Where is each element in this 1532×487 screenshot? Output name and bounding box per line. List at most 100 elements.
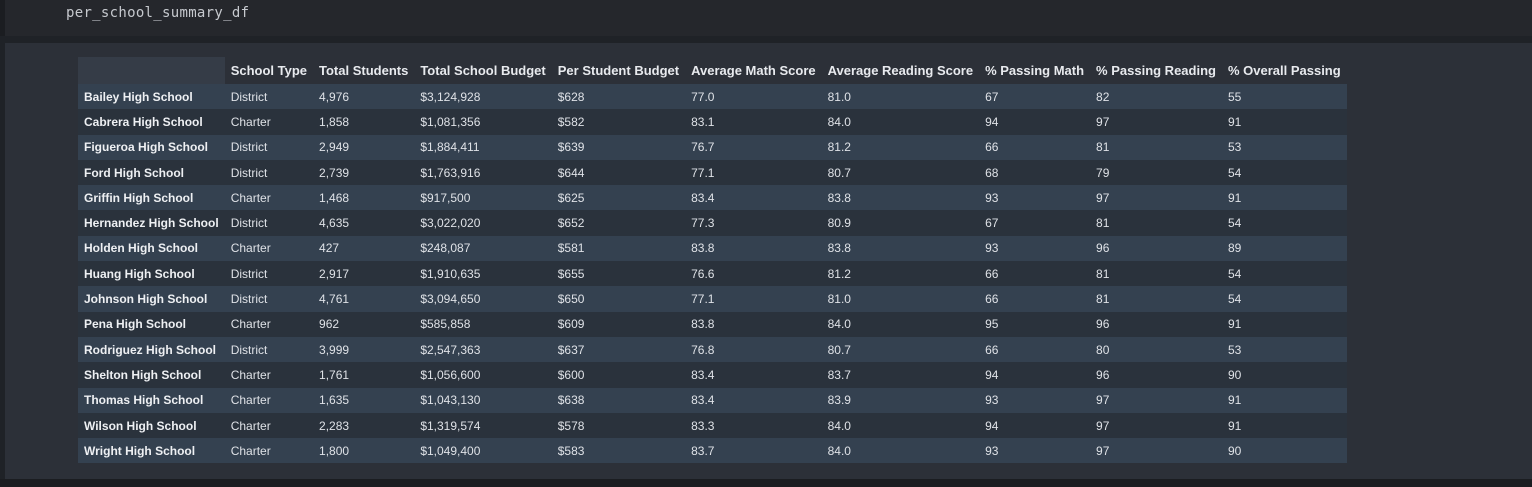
table-cell: 84.0 bbox=[827, 317, 851, 332]
row-index-label: Hernandez High School bbox=[84, 216, 219, 231]
table-cell: 91 bbox=[1227, 393, 1242, 408]
table-body: Bailey High School District 4,976 $3,124,92… bbox=[78, 84, 1347, 464]
table-cell: 91 bbox=[1227, 317, 1242, 332]
table-cell: 82 bbox=[1096, 89, 1110, 104]
table-cell: 81.0 bbox=[827, 292, 851, 307]
table-cell: 427 bbox=[319, 241, 340, 256]
table-row: Bailey High School District 4,976 $3,124,92… bbox=[78, 84, 1347, 110]
table-cell: 83.8 bbox=[691, 317, 715, 332]
table-cell: 80.7 bbox=[827, 165, 851, 180]
code-line[interactable]: per_school_summary_df bbox=[66, 5, 249, 21]
table-cell: 83.8 bbox=[827, 241, 851, 256]
table-cell: 83.1 bbox=[691, 114, 715, 129]
output-cell: School Type Total Students Total School Bu… bbox=[5, 43, 1532, 479]
table-cell: $1,763,916 bbox=[420, 165, 481, 180]
table-cell: 91 bbox=[1227, 190, 1242, 205]
column-header: Per Student Budget bbox=[557, 63, 680, 78]
table-cell: $1,319,574 bbox=[420, 418, 481, 433]
table-row: Ford High School District 2,739 $1,763,916 $… bbox=[78, 159, 1347, 186]
table-cell: 96 bbox=[1096, 317, 1110, 332]
table-cell: 2,739 bbox=[319, 165, 350, 180]
row-index-label: Figueroa High School bbox=[84, 140, 209, 155]
table-cell: 54 bbox=[1227, 292, 1242, 307]
column-header: % Passing Math bbox=[985, 63, 1085, 78]
table-cell: $582 bbox=[557, 114, 585, 129]
column-header: Average Reading Score bbox=[827, 63, 974, 78]
table-cell: 91 bbox=[1227, 114, 1242, 129]
table-cell: 90 bbox=[1227, 443, 1242, 458]
table-cell: 54 bbox=[1227, 266, 1242, 281]
table-cell: 94 bbox=[985, 114, 999, 129]
table-cell: 91 bbox=[1227, 418, 1242, 433]
table-cell: Charter bbox=[230, 367, 271, 382]
table-cell: 83.4 bbox=[691, 190, 715, 205]
table-cell: $583 bbox=[557, 443, 585, 458]
table-cell: 84.0 bbox=[827, 114, 851, 129]
table-cell: $644 bbox=[557, 165, 585, 180]
table-cell: District bbox=[230, 140, 268, 155]
table-row: Shelton High School Charter 1,761 $1,056,60… bbox=[78, 362, 1347, 388]
table-cell: 83.9 bbox=[827, 393, 851, 408]
table-cell: $1,910,635 bbox=[420, 266, 481, 281]
table-cell: 66 bbox=[985, 266, 999, 281]
table-cell: 2,283 bbox=[319, 418, 350, 433]
table-row: Holden High School Charter 427 $248,087 $581… bbox=[78, 235, 1347, 262]
table-cell: 66 bbox=[985, 292, 999, 307]
table-cell: 77.3 bbox=[691, 216, 715, 231]
table-row: Hernandez High School District 4,635 $3,022… bbox=[78, 210, 1347, 236]
code-input-cell[interactable]: per_school_summary_df bbox=[0, 0, 1532, 36]
table-cell: 93 bbox=[985, 190, 999, 205]
table-cell: $1,056,600 bbox=[420, 367, 481, 382]
table-cell: 97 bbox=[1096, 418, 1110, 433]
table-cell: 90 bbox=[1227, 367, 1242, 382]
table-cell: Charter bbox=[230, 241, 271, 256]
column-header: Total Students bbox=[319, 63, 409, 78]
table-cell: $248,087 bbox=[420, 241, 471, 256]
table-cell: 81.2 bbox=[827, 266, 851, 281]
table-cell: $2,547,363 bbox=[420, 342, 481, 357]
index-corner-cell bbox=[78, 57, 225, 84]
table-cell: 1,635 bbox=[319, 393, 350, 408]
table-cell: 54 bbox=[1227, 165, 1242, 180]
table-cell: District bbox=[230, 165, 268, 180]
table-cell: 95 bbox=[985, 317, 999, 332]
table-cell: 68 bbox=[985, 165, 999, 180]
table-cell: 97 bbox=[1096, 443, 1110, 458]
table-row: Rodriguez High School District 3,999 $2,547… bbox=[78, 336, 1347, 363]
row-index-label: Johnson High School bbox=[84, 292, 208, 307]
table-cell: 83.7 bbox=[691, 443, 715, 458]
table-cell: 54 bbox=[1227, 216, 1242, 231]
table-cell: 83.3 bbox=[691, 418, 715, 433]
table-cell: District bbox=[230, 216, 268, 231]
table-cell: $3,124,928 bbox=[420, 89, 481, 104]
table-cell: 83.8 bbox=[827, 190, 851, 205]
row-index-label: Shelton High School bbox=[84, 367, 202, 382]
table-cell: 84.0 bbox=[827, 443, 851, 458]
row-index-label: Bailey High School bbox=[84, 89, 193, 104]
table-header: School Type Total Students Total School Bu… bbox=[78, 57, 1347, 84]
table-cell: 81 bbox=[1096, 292, 1110, 307]
table-cell: $609 bbox=[557, 317, 585, 332]
table-cell: $1,049,400 bbox=[420, 443, 481, 458]
table-cell: 2,917 bbox=[319, 266, 350, 281]
table-cell: District bbox=[230, 292, 268, 307]
table-cell: $585,858 bbox=[420, 317, 471, 332]
table-cell: 1,468 bbox=[319, 190, 350, 205]
notebook-page: per_school_summary_df School Type Total S… bbox=[0, 0, 1532, 487]
table-cell: $639 bbox=[557, 140, 585, 155]
table-cell: 77.0 bbox=[691, 89, 715, 104]
table-cell: 55 bbox=[1227, 89, 1242, 104]
table-row: Figueroa High School District 2,949 $1,884,… bbox=[78, 134, 1347, 160]
cell-gutter bbox=[0, 0, 5, 36]
row-index-label: Wright High School bbox=[84, 443, 196, 458]
table-cell: 67 bbox=[985, 89, 999, 104]
table-cell: $581 bbox=[557, 241, 585, 256]
row-index-label: Rodriguez High School bbox=[84, 342, 216, 357]
table-cell: $628 bbox=[557, 89, 585, 104]
table-cell: 76.6 bbox=[691, 266, 715, 281]
dataframe-table: School Type Total Students Total School Bu… bbox=[78, 57, 1347, 464]
table-cell: 93 bbox=[985, 393, 999, 408]
table-cell: 77.1 bbox=[691, 165, 715, 180]
table-cell: 81 bbox=[1096, 216, 1110, 231]
table-cell: 1,858 bbox=[319, 114, 350, 129]
